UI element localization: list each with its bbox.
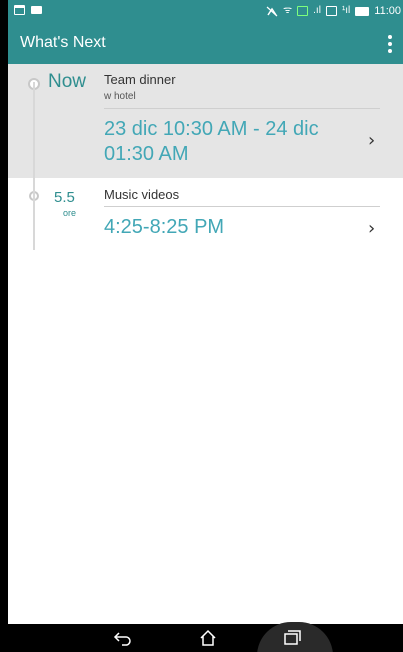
overflow-menu-icon[interactable] [383,34,397,54]
status-bar: ᯤ .ıl ¹ıl 11:00 [8,0,403,24]
app-bar: What's Next [8,24,403,64]
wifi-icon: ᯤ [283,5,293,16]
list-item[interactable]: Now Team dinner w hotel 23 dic 10:30 AM … [8,64,403,178]
signal-icon: .ıl [313,5,321,16]
chevron-right-icon[interactable]: › [368,130,375,151]
page-title: What's Next [20,34,106,51]
event-when: Now [48,71,87,92]
sim-icon [325,6,337,16]
back-icon[interactable] [103,626,143,650]
home-icon[interactable] [188,626,228,650]
divider [104,108,380,109]
event-time: 4:25-8:25 PM [104,216,225,238]
event-when-unit: ore [63,208,77,218]
event-location: w hotel [104,91,136,102]
battery-icon [355,7,370,16]
mute-icon [266,6,278,16]
chevron-right-icon[interactable]: › [368,218,375,239]
list-item[interactable]: 5.5 ore Music videos 4:25-8:25 PM › [8,178,403,252]
sim-signal-icon: ¹ıl [341,5,351,16]
recent-apps-icon[interactable] [272,626,312,650]
data-icon [297,6,309,16]
timeline-line [33,82,35,250]
event-title: Music videos [104,187,180,202]
event-list: Now Team dinner w hotel 23 dic 10:30 AM … [8,64,403,624]
clock: 11:00 [374,5,401,17]
calendar-icon [14,5,25,15]
event-when-value: 5.5 [54,189,75,206]
navigation-bar [8,622,403,652]
event-time: 23 dic 10:30 AM - 24 dic 01:30 AM [104,118,319,165]
screen: ᯤ .ıl ¹ıl 11:00 What's Next Now Team din… [8,0,403,652]
divider [104,206,380,207]
message-icon [31,6,42,14]
event-title: Team dinner [104,72,176,87]
